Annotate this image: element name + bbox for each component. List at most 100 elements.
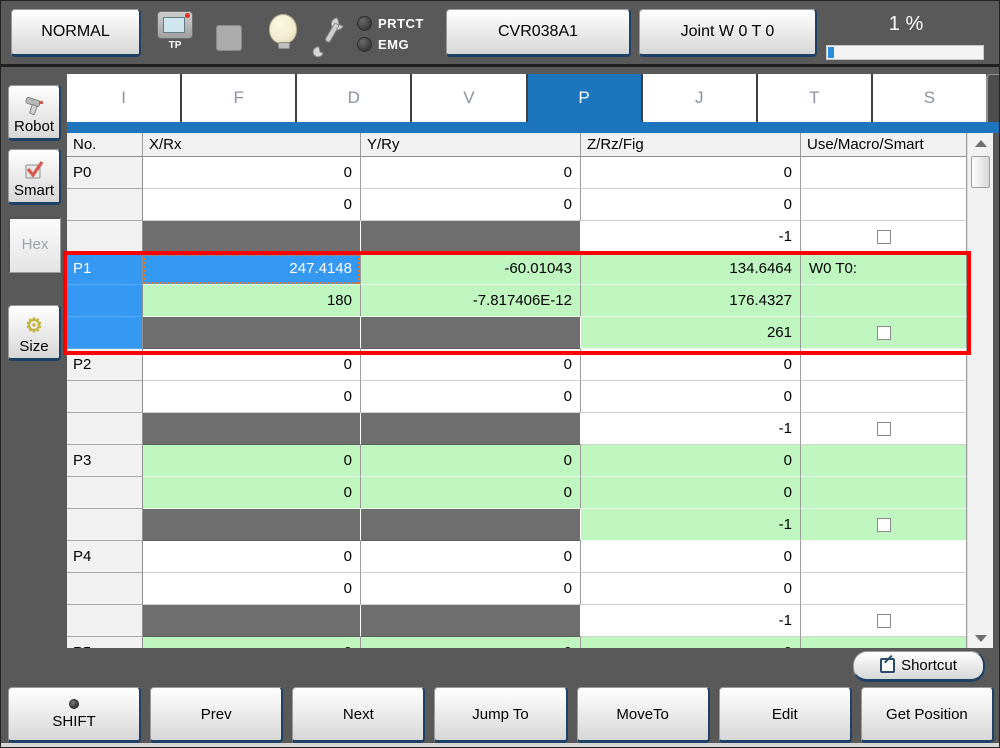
cell-y[interactable]: 0 [361,445,581,477]
tab-j[interactable]: J [642,74,758,122]
cell-z[interactable]: 0 [581,637,801,648]
cell-disabled [143,317,361,349]
cell-z[interactable]: 0 [581,445,801,477]
cell-y[interactable]: 0 [361,157,581,189]
scroll-up-button[interactable] [968,133,994,153]
cell-z[interactable]: 0 [581,349,801,381]
cell-x[interactable]: 0 [143,445,361,477]
cell-fig[interactable]: -1 [581,605,801,637]
cell-fig[interactable]: -1 [581,221,801,253]
tab-s[interactable]: S [872,74,986,122]
point-label-spacer[interactable] [67,477,143,509]
joint-mode-button[interactable]: Joint W 0 T 0 [639,9,817,57]
cell-rx[interactable]: 0 [143,573,361,605]
cell-x[interactable]: 0 [143,157,361,189]
table-scrollbar[interactable] [967,133,993,648]
use-checkbox[interactable] [876,325,891,340]
cell-use[interactable] [801,445,967,477]
point-label[interactable]: P0 [67,157,143,189]
cell-ry[interactable]: 0 [361,381,581,413]
cell-rz[interactable]: 0 [581,573,801,605]
mode-button[interactable]: NORMAL [11,9,141,57]
column-header: X/Rx [143,133,361,157]
point-label-spacer[interactable] [67,413,143,445]
moveto-button[interactable]: MoveTo [576,687,710,743]
cell-rz[interactable]: 0 [581,477,801,509]
point-label-spacer[interactable] [67,221,143,253]
cell-rx[interactable]: 0 [143,381,361,413]
sidebar-button-size[interactable]: ⚙ Size [8,305,61,361]
cell-x[interactable]: 0 [143,541,361,573]
scroll-down-button[interactable] [968,628,994,648]
use-checkbox[interactable] [876,421,891,436]
shift-button[interactable]: SHIFT [8,687,142,743]
cell-rz[interactable]: 0 [581,189,801,221]
cell-use-spacer[interactable] [801,189,967,221]
cell-use[interactable]: W0 T0: [801,253,967,285]
cell-use-spacer[interactable] [801,573,967,605]
sidebar-button-hex[interactable]: Hex [8,217,61,273]
cell-x[interactable]: 0 [143,637,361,648]
cell-ry[interactable]: 0 [361,189,581,221]
cell-y[interactable]: 0 [361,637,581,648]
cell-rz[interactable]: 0 [581,381,801,413]
cell-z[interactable]: 134.6464 [581,253,801,285]
cell-y[interactable]: 0 [361,349,581,381]
cell-fig[interactable]: -1 [581,413,801,445]
point-label[interactable]: P5 [67,637,143,648]
point-label[interactable]: P1 [67,253,143,285]
point-label[interactable]: P4 [67,541,143,573]
edit-button[interactable]: Edit [718,687,852,743]
point-label-spacer[interactable] [67,509,143,541]
cell-x[interactable]: 247.4148 [143,253,361,285]
cell-use-spacer[interactable] [801,477,967,509]
next-button[interactable]: Next [292,687,426,743]
point-label-spacer[interactable] [67,189,143,221]
tab-d[interactable]: D [297,74,413,122]
point-label-spacer[interactable] [67,573,143,605]
prev-button[interactable]: Prev [150,687,284,743]
get-position-button[interactable]: Get Position [860,687,994,743]
cell-rz[interactable]: 176.4327 [581,285,801,317]
cell-ry[interactable]: 0 [361,573,581,605]
tab-p[interactable]: P [527,74,643,122]
point-label-spacer[interactable] [67,381,143,413]
cell-x[interactable]: 0 [143,349,361,381]
cell-use[interactable] [801,637,967,648]
cell-use[interactable] [801,349,967,381]
shortcut-button[interactable]: Shortcut [853,651,985,682]
point-label-spacer[interactable] [67,285,143,317]
cell-z[interactable]: 0 [581,541,801,573]
cell-fig[interactable]: 261 [581,317,801,349]
cell-z[interactable]: 0 [581,157,801,189]
sidebar-button-smart[interactable]: Smart [8,149,61,205]
cell-use[interactable] [801,157,967,189]
cell-rx[interactable]: 0 [143,189,361,221]
tab-f[interactable]: F [182,74,298,122]
tab-v[interactable]: V [412,74,528,122]
cell-fig[interactable]: -1 [581,509,801,541]
cell-use-spacer[interactable] [801,285,967,317]
cell-y[interactable]: 0 [361,541,581,573]
cell-use-spacer[interactable] [801,381,967,413]
point-label[interactable]: P2 [67,349,143,381]
cell-y[interactable]: -60.01043 [361,253,581,285]
cell-ry[interactable]: 0 [361,477,581,509]
scrollbar-thumb[interactable] [971,156,990,188]
point-label-spacer[interactable] [67,317,143,349]
sidebar-button-robot[interactable]: Robot [8,85,61,141]
tab-t[interactable]: T [757,74,873,122]
jump-to-button[interactable]: Jump To [434,687,568,743]
cell-rx[interactable]: 180 [143,285,361,317]
cell-use[interactable] [801,541,967,573]
program-name-button[interactable]: CVR038A1 [446,9,631,57]
point-label-spacer[interactable] [67,605,143,637]
cell-rx[interactable]: 0 [143,477,361,509]
use-checkbox[interactable] [876,229,891,244]
use-checkbox[interactable] [876,517,891,532]
point-label[interactable]: P3 [67,445,143,477]
use-checkbox[interactable] [876,613,891,628]
tab-i[interactable]: I [67,74,183,122]
table-row: P0 0 0 0 [67,157,967,189]
cell-ry[interactable]: -7.817406E-12 [361,285,581,317]
